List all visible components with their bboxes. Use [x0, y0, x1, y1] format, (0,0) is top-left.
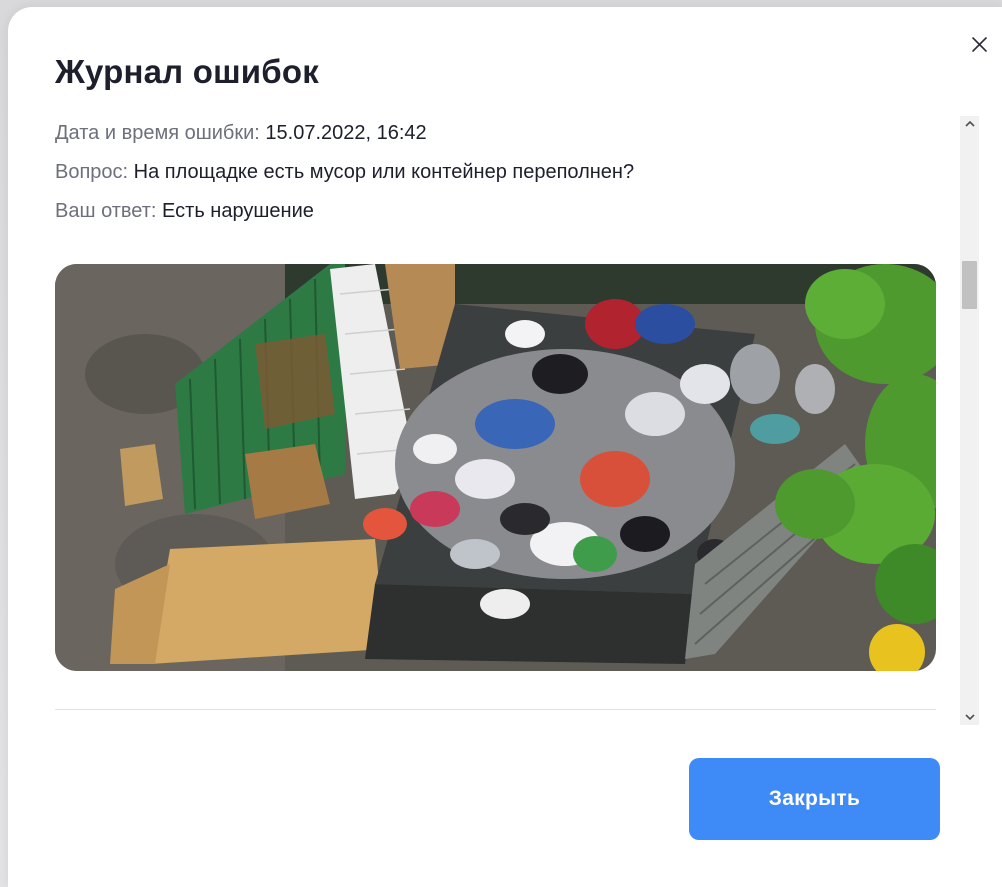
- chevron-down-icon[interactable]: [960, 709, 979, 725]
- scrollbar-thumb[interactable]: [962, 261, 977, 309]
- error-datetime-row: Дата и время ошибки: 15.07.2022, 16:42: [55, 122, 427, 145]
- error-log-dialog: Журнал ошибок Дата и время ошибки: 15.07…: [8, 7, 1002, 887]
- violation-photo: [55, 264, 936, 671]
- question-row: Вопрос: На площадке есть мусор или конте…: [55, 161, 634, 184]
- question-value: На площадке есть мусор или контейнер пер…: [133, 161, 635, 183]
- answer-row: Ваш ответ: Есть нарушение: [55, 200, 314, 223]
- answer-label: Ваш ответ:: [55, 200, 157, 222]
- dialog-title: Журнал ошибок: [55, 53, 319, 90]
- content-divider: [55, 709, 936, 710]
- close-button[interactable]: Закрыть: [689, 758, 940, 840]
- content-scrollbar[interactable]: [960, 116, 979, 725]
- answer-value: Есть нарушение: [162, 200, 314, 222]
- close-icon[interactable]: [960, 26, 998, 64]
- question-label: Вопрос:: [55, 161, 129, 183]
- error-datetime-label: Дата и время ошибки:: [55, 122, 260, 144]
- dialog-scroll-content[interactable]: Дата и время ошибки: 15.07.2022, 16:42 В…: [55, 114, 939, 719]
- chevron-up-icon[interactable]: [960, 116, 979, 132]
- error-datetime-value: 15.07.2022, 16:42: [265, 122, 427, 144]
